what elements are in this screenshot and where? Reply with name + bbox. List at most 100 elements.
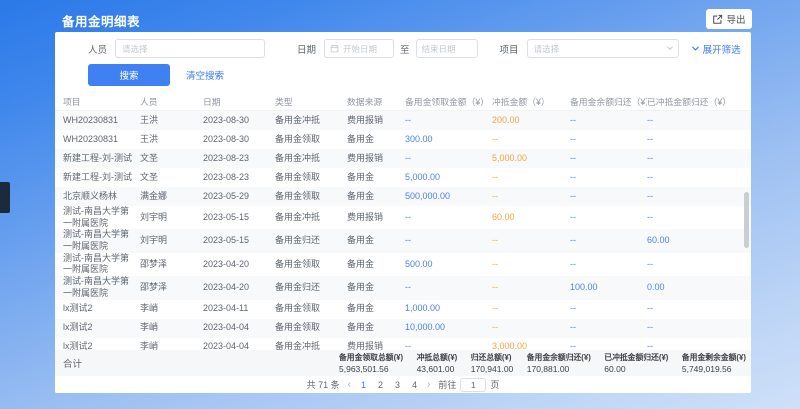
summary-items: 备用金领取总额(¥)5,963,501.56冲抵总额(¥)43,601.00归还… xyxy=(339,352,751,374)
cell-offset: -- xyxy=(492,259,570,271)
table-row: 新建工程-刘-测试文圣2023-08-23备用金领取备用金5,000.00---… xyxy=(55,168,751,187)
cell-balance_returned: -- xyxy=(570,235,647,247)
export-button-label: 导出 xyxy=(726,12,745,26)
cell-balance_returned: -- xyxy=(570,172,647,184)
page-title: 备用金明细表 xyxy=(62,11,140,30)
column-header: 备用金余额归还（¥） xyxy=(570,95,647,108)
cell-offset_returned: -- xyxy=(647,172,751,184)
expand-filter-link[interactable]: 展开筛选 xyxy=(691,42,741,56)
table-row: 北京顺义杨林满金娜2023-05-29备用金领取备用金500,000.00---… xyxy=(55,187,751,206)
cell-received: -- xyxy=(405,115,492,127)
cell-project: 测试-南昌大学第一附属医院 xyxy=(63,229,140,252)
cell-offset_returned: 0.00 xyxy=(647,282,751,294)
cell-balance_returned: -- xyxy=(570,212,647,224)
cell-date: 2023-04-04 xyxy=(203,341,275,350)
cell-offset: -- xyxy=(492,322,570,334)
page-numbers: 1234 xyxy=(359,380,419,390)
goto-page-input[interactable] xyxy=(460,378,486,392)
next-page-button[interactable]: › xyxy=(427,380,430,390)
table-header-row: 项目人员日期类型数据来源备用金领取金额（¥）冲抵金额（¥）备用金余额归还（¥）已… xyxy=(55,92,751,111)
cell-date: 2023-05-15 xyxy=(203,235,275,247)
cell-offset_returned: -- xyxy=(647,303,751,315)
person-input[interactable] xyxy=(115,39,265,58)
cell-source: 费用报销 xyxy=(347,153,405,165)
cell-project: 北京顺义杨林 xyxy=(63,191,140,203)
cell-date: 2023-08-23 xyxy=(203,172,275,184)
cell-date: 2023-05-29 xyxy=(203,191,275,203)
cell-balance_returned: -- xyxy=(570,322,647,334)
summary-item-value: 170,881.00 xyxy=(527,364,591,374)
cell-person: 刘宇明 xyxy=(140,235,203,247)
export-button[interactable]: 导出 xyxy=(706,9,752,29)
summary-item: 备用金剩余金额(¥)5,749,019.56 xyxy=(682,352,746,374)
clear-search-link[interactable]: 清空搜索 xyxy=(186,68,224,82)
cell-balance_returned: -- xyxy=(570,134,647,146)
cell-balance_returned: -- xyxy=(570,191,647,203)
page-number-2[interactable]: 2 xyxy=(376,380,385,390)
cell-offset_returned: -- xyxy=(647,341,751,350)
cell-received: 500.00 xyxy=(405,259,492,271)
column-header: 日期 xyxy=(203,95,275,108)
cell-offset: 200.00 xyxy=(492,115,570,127)
column-header: 数据来源 xyxy=(347,95,405,108)
project-select[interactable] xyxy=(527,39,679,58)
summary-item-label: 归还总额(¥) xyxy=(471,352,514,363)
page-number-3[interactable]: 3 xyxy=(393,380,402,390)
scrollbar-thumb[interactable] xyxy=(744,192,749,248)
cell-offset: 3,000.00 xyxy=(492,341,570,350)
table-row: 测试-南昌大学第一附属医院刘宇明2023-05-15备用金冲抵费用报销--60.… xyxy=(55,206,751,229)
data-table: 项目人员日期类型数据来源备用金领取金额（¥）冲抵金额（¥）备用金余额归还（¥）已… xyxy=(55,92,751,350)
cell-project: 新建工程-刘-测试 xyxy=(63,172,140,184)
prev-page-button[interactable]: ‹ xyxy=(348,380,351,390)
cell-type: 备用金冲抵 xyxy=(275,212,347,224)
table-body: WH20230831王洪2023-08-30备用金冲抵费用报销--200.00-… xyxy=(55,111,751,350)
cell-received: 5,000.00 xyxy=(405,172,492,184)
cell-project: lx测试2 xyxy=(63,322,140,334)
cell-offset: 5,000.00 xyxy=(492,153,570,165)
cell-source: 备用金 xyxy=(347,259,405,271)
cell-type: 备用金领取 xyxy=(275,303,347,315)
page-number-1[interactable]: 1 xyxy=(359,380,368,390)
table-row: WH20230831王洪2023-08-30备用金冲抵费用报销--200.00-… xyxy=(55,111,751,130)
cell-person: 文圣 xyxy=(140,172,203,184)
expand-filter-label: 展开筛选 xyxy=(703,42,741,56)
table-row: 新建工程-刘-测试文圣2023-08-23备用金冲抵费用报销--5,000.00… xyxy=(55,149,751,168)
cell-received: 1,000.00 xyxy=(405,303,492,315)
filter-section: 人员 日期 开始日期 至 结束日期 项目 xyxy=(55,32,751,86)
column-header: 类型 xyxy=(275,95,347,108)
summary-item-value: 5,749,019.56 xyxy=(682,364,746,374)
cell-balance_returned: -- xyxy=(570,303,647,315)
summary-item-value: 60.00 xyxy=(604,364,668,374)
goto-label: 前往 xyxy=(438,378,456,391)
cell-type: 备用金归还 xyxy=(275,235,347,247)
summary-item: 备用金余额归还(¥)170,881.00 xyxy=(527,352,591,374)
table-row: lx测试2李峭2023-04-11备用金领取备用金1,000.00------ xyxy=(55,300,751,319)
drawer-handle[interactable] xyxy=(0,182,10,213)
column-header: 项目 xyxy=(63,95,140,108)
content-card: 人员 日期 开始日期 至 结束日期 项目 xyxy=(55,32,751,393)
date-start-input[interactable]: 开始日期 xyxy=(324,39,394,58)
summary-item: 冲抵总额(¥)43,601.00 xyxy=(417,352,458,374)
cell-source: 备用金 xyxy=(347,172,405,184)
cell-offset_returned: -- xyxy=(647,153,751,165)
cell-project: WH20230831 xyxy=(63,134,140,146)
cell-offset_returned: -- xyxy=(647,134,751,146)
page-number-4[interactable]: 4 xyxy=(410,380,419,390)
summary-item-value: 43,601.00 xyxy=(417,364,458,374)
cell-type: 备用金归还 xyxy=(275,282,347,294)
cell-type: 备用金冲抵 xyxy=(275,153,347,165)
page-background: 备用金明细表 导出 人员 日期 xyxy=(0,0,800,409)
cell-offset_returned: -- xyxy=(647,322,751,334)
date-end-input[interactable]: 结束日期 xyxy=(416,39,478,58)
cell-received: -- xyxy=(405,153,492,165)
cell-offset: -- xyxy=(492,172,570,184)
column-header: 人员 xyxy=(140,95,203,108)
cell-balance_returned: -- xyxy=(570,341,647,350)
cell-project: lx测试2 xyxy=(63,341,140,350)
search-button[interactable]: 搜索 xyxy=(88,64,170,86)
cell-source: 备用金 xyxy=(347,235,405,247)
cell-received: -- xyxy=(405,212,492,224)
cell-date: 2023-04-04 xyxy=(203,322,275,334)
cell-balance_returned: -- xyxy=(570,153,647,165)
summary-item-value: 5,963,501.56 xyxy=(339,364,403,374)
